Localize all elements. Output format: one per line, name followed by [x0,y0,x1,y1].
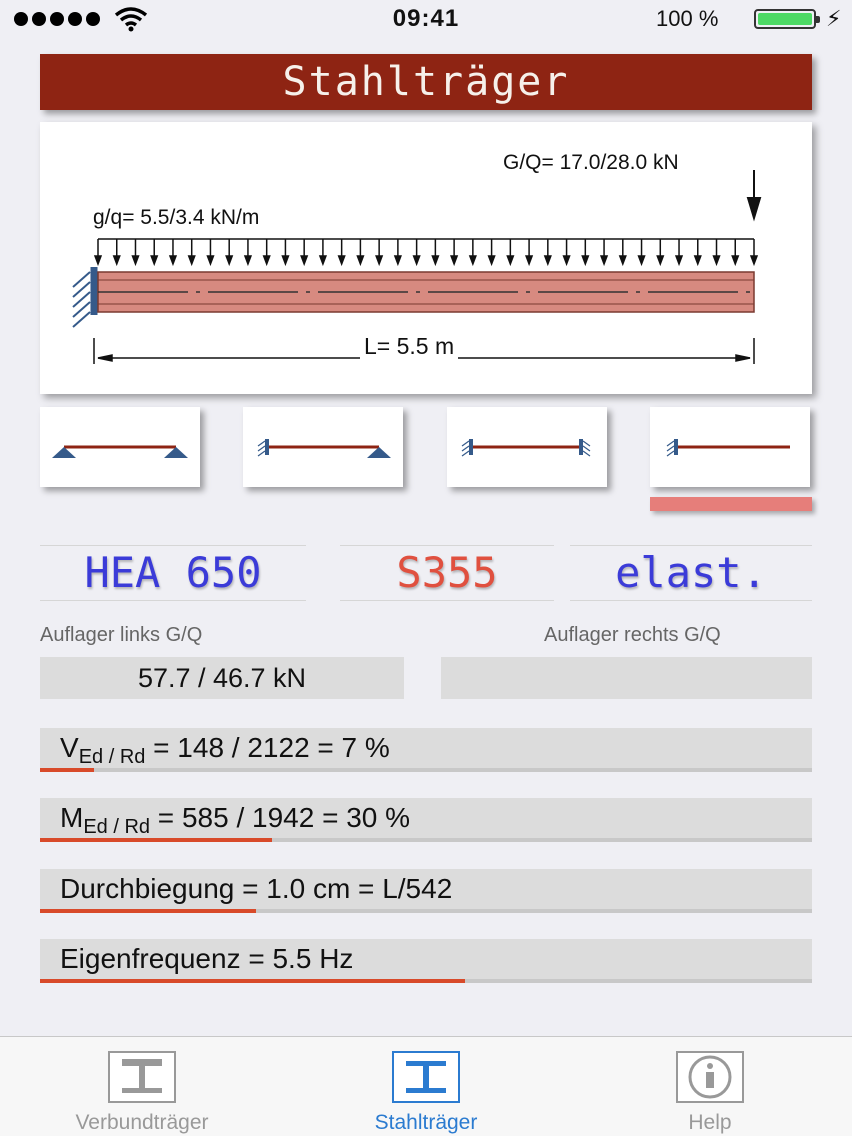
moment-check-text: MEd / Rd = 585 / 1942 = 30 % [60,802,411,838]
moment-utilization-bar [40,838,272,842]
shear-check-text: VEd / Rd = 148 / 2122 = 7 % [60,732,390,768]
pinned-pinned-icon [52,445,188,458]
battery-percentage: 100 % [656,6,719,31]
tab-stahltraeger[interactable]: Stahlträger [284,1037,568,1136]
support-option-pinned-pinned[interactable] [40,407,200,487]
fixed-fixed-icon [461,439,591,457]
steel-grade-selector[interactable]: S355 [340,545,554,601]
fixed-support-icon [72,267,98,328]
support-option-fixed-fixed[interactable] [447,407,607,487]
deflection-check: Durchbiegung = 1.0 cm = L/542 [40,869,812,913]
composite-beam-icon [108,1051,176,1103]
fixed-pinned-icon [257,439,391,458]
page-title: Stahlträger [40,54,812,110]
tab-help[interactable]: Help [568,1037,852,1136]
line-load-label: g/q= 5.5/3.4 kN/m [93,206,260,229]
deflection-utilization-bar [40,909,257,913]
span-label: L= 5.5 m [360,333,459,360]
frequency-check: Eigenfrequenz = 5.5 Hz [40,939,812,983]
right-support-value [441,657,812,699]
deflection-check-text: Durchbiegung = 1.0 cm = L/542 [60,873,453,904]
shear-utilization-bar [40,768,95,772]
support-option-fixed-pinned[interactable] [243,407,403,487]
shear-check: VEd / Rd = 148 / 2122 = 7 % [40,728,812,772]
support-option-cantilever[interactable] [650,407,810,487]
charging-bolt-icon: ⚡︎ [826,6,842,31]
status-bar: 09:41 100 % ⚡︎ [0,0,852,38]
info-icon [676,1051,744,1103]
frequency-check-text: Eigenfrequenz = 5.5 Hz [60,943,354,974]
beam-diagram: G/Q= 17.0/28.0 kN g/q= 5.5/3.4 kN/m L= 5… [40,122,812,394]
clock: 09:41 [392,5,460,32]
cantilever-icon [666,439,790,457]
tab-verbundtraeger[interactable]: Verbundträger [0,1037,284,1136]
steel-beam-icon [392,1051,460,1103]
profile-selector[interactable]: HEA 650 [40,545,306,601]
moment-check: MEd / Rd = 585 / 1942 = 30 % [40,798,812,842]
point-load-arrow [746,170,762,222]
analysis-method-selector[interactable]: elast. [570,545,812,601]
right-support-label: Auflager rechts G/Q [544,624,721,646]
distributed-load-arrows [93,238,759,267]
left-support-value: 57.7 / 46.7 kN [40,657,404,699]
battery-icon [754,9,820,29]
tab-bar: Verbundträger Stahlträger Help [0,1036,852,1136]
selected-support-indicator [650,497,812,511]
point-load-label: G/Q= 17.0/28.0 kN [503,151,679,174]
left-support-label: Auflager links G/Q [40,624,203,646]
frequency-indicator-bar [40,979,465,983]
